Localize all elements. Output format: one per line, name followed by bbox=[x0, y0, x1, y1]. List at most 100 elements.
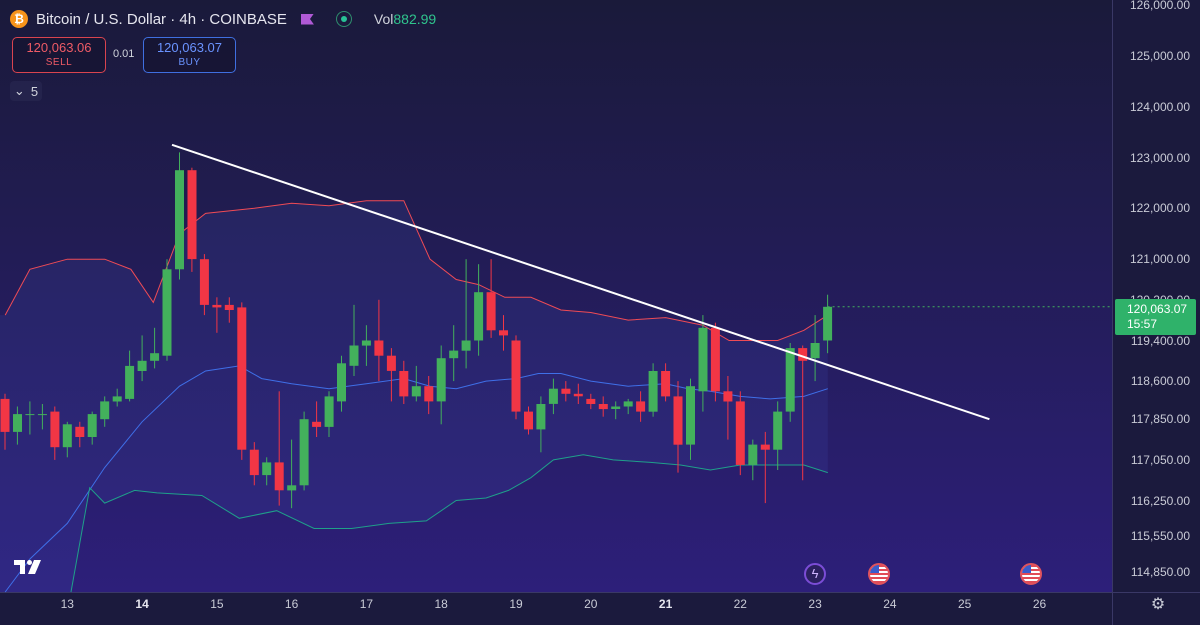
candle-body bbox=[673, 396, 683, 445]
market-status-icon[interactable] bbox=[335, 11, 352, 27]
candle-body bbox=[349, 345, 359, 366]
price-tick-label: 125,000.00 bbox=[1129, 48, 1190, 63]
buy-button[interactable]: 120,063.07 BUY bbox=[143, 37, 236, 73]
candle bbox=[511, 335, 521, 420]
candle-body bbox=[623, 401, 633, 407]
candle-body bbox=[37, 414, 47, 416]
candle-body bbox=[586, 398, 596, 404]
candle-body bbox=[337, 363, 346, 402]
volume-label: Vol bbox=[373, 11, 394, 27]
candle-body bbox=[636, 401, 646, 412]
time-axis[interactable]: 13 14 15 16 17 18 19 20 21 22 23 24 25 26 bbox=[0, 592, 1112, 625]
candle-body bbox=[0, 398, 10, 432]
candle-body bbox=[486, 292, 496, 331]
candle-body bbox=[710, 327, 720, 392]
candle-body bbox=[237, 307, 247, 450]
price-tick-label: 118,600.00 bbox=[1130, 374, 1190, 389]
candle-body bbox=[661, 371, 671, 397]
candle-body bbox=[13, 414, 22, 432]
candle-body bbox=[449, 350, 459, 359]
sell-label: SELL bbox=[45, 57, 73, 68]
us-flag-event-icon[interactable] bbox=[1019, 563, 1042, 585]
candle-body bbox=[274, 462, 284, 491]
bitcoin-icon[interactable]: ₿ bbox=[10, 10, 28, 28]
candle-body bbox=[773, 411, 783, 450]
candle bbox=[710, 322, 720, 402]
candle-body bbox=[686, 386, 695, 445]
lightning-event-icon[interactable]: ϟ bbox=[804, 563, 827, 585]
candle-body bbox=[760, 444, 770, 450]
us-flag-event-icon[interactable] bbox=[867, 563, 890, 585]
candle-body bbox=[511, 340, 521, 412]
time-tick-label: 23 bbox=[808, 597, 822, 611]
candle bbox=[648, 363, 658, 417]
candle-body bbox=[735, 401, 745, 465]
candle-body bbox=[125, 365, 135, 399]
candle-body bbox=[374, 340, 384, 356]
price-chart[interactable] bbox=[0, 0, 1200, 625]
chart-header: ₿ Bitcoin / U.S. Dollar · 4h · COINBASE … bbox=[10, 8, 436, 30]
candle-body bbox=[324, 396, 334, 427]
chevron-down-icon: ⌄ bbox=[13, 83, 25, 98]
candle bbox=[785, 343, 795, 422]
candle-body bbox=[62, 424, 72, 448]
candle bbox=[187, 167, 197, 272]
tradingview-logo[interactable] bbox=[14, 557, 44, 580]
candle-body bbox=[262, 462, 272, 476]
candle-body bbox=[823, 306, 833, 341]
candle-body bbox=[424, 386, 434, 402]
candle-body bbox=[224, 304, 234, 310]
candle-body bbox=[399, 371, 409, 397]
candle-body bbox=[461, 340, 471, 351]
candle-body bbox=[25, 414, 35, 416]
candle-body bbox=[112, 396, 122, 402]
price-tick-label: 117,050.00 bbox=[1130, 452, 1190, 467]
time-tick-label: 21 bbox=[658, 597, 673, 611]
time-tick-label: 25 bbox=[958, 597, 972, 611]
buy-price: 120,063.07 bbox=[156, 40, 223, 55]
candle-body bbox=[137, 360, 147, 371]
volume-readout: Vol882.99 bbox=[374, 11, 436, 27]
price-tick-label: 126,000.00 bbox=[1129, 0, 1190, 13]
candle-body bbox=[548, 388, 558, 404]
sell-price: 120,063.06 bbox=[26, 40, 92, 55]
candle-body bbox=[249, 449, 259, 476]
price-tick-label: 124,000.00 bbox=[1129, 99, 1190, 114]
price-tick-label: 122,000.00 bbox=[1129, 201, 1190, 216]
candle bbox=[237, 302, 247, 460]
symbol-title[interactable]: Bitcoin / U.S. Dollar · 4h · COINBASE bbox=[36, 11, 287, 28]
time-tick-label: 14 bbox=[135, 597, 149, 611]
candle-body bbox=[312, 421, 322, 427]
candle-body bbox=[150, 353, 160, 361]
candle-body bbox=[100, 401, 110, 420]
time-tick-label: 19 bbox=[509, 597, 523, 611]
flag-icon[interactable] bbox=[300, 13, 314, 25]
buy-label: BUY bbox=[178, 57, 201, 68]
gear-icon[interactable]: ⚙ bbox=[1150, 597, 1166, 613]
price-tick-label: 119,400.00 bbox=[1130, 333, 1190, 348]
current-price-label: 120,063.07 15:57 bbox=[1115, 298, 1196, 335]
spread-value: 0.01 bbox=[113, 48, 135, 60]
candle-body bbox=[299, 419, 309, 486]
time-tick-label: 15 bbox=[210, 597, 224, 611]
time-tick-label: 18 bbox=[434, 597, 448, 611]
indicators-toggle-button[interactable]: ⌄ 5 bbox=[10, 81, 42, 101]
candle-body bbox=[212, 304, 222, 308]
time-tick-label: 24 bbox=[883, 597, 897, 611]
price-tick-label: 115,550.00 bbox=[1130, 529, 1190, 544]
sell-button[interactable]: 120,063.06 SELL bbox=[12, 37, 106, 73]
bar-countdown: 15:57 bbox=[1127, 316, 1158, 331]
candle bbox=[299, 411, 309, 491]
tradingview-logo-icon bbox=[14, 560, 41, 574]
price-tick-label: 117,850.00 bbox=[1130, 412, 1190, 427]
current-price: 120,063.07 bbox=[1127, 301, 1188, 316]
candle-body bbox=[648, 371, 658, 412]
candle-body bbox=[75, 426, 85, 437]
candle bbox=[175, 152, 184, 280]
candle-body bbox=[723, 391, 733, 402]
candle-body bbox=[162, 269, 172, 356]
time-tick-label: 26 bbox=[1032, 597, 1047, 611]
candle-body bbox=[287, 485, 297, 491]
candle-body bbox=[436, 358, 446, 402]
candle-body bbox=[698, 327, 708, 392]
